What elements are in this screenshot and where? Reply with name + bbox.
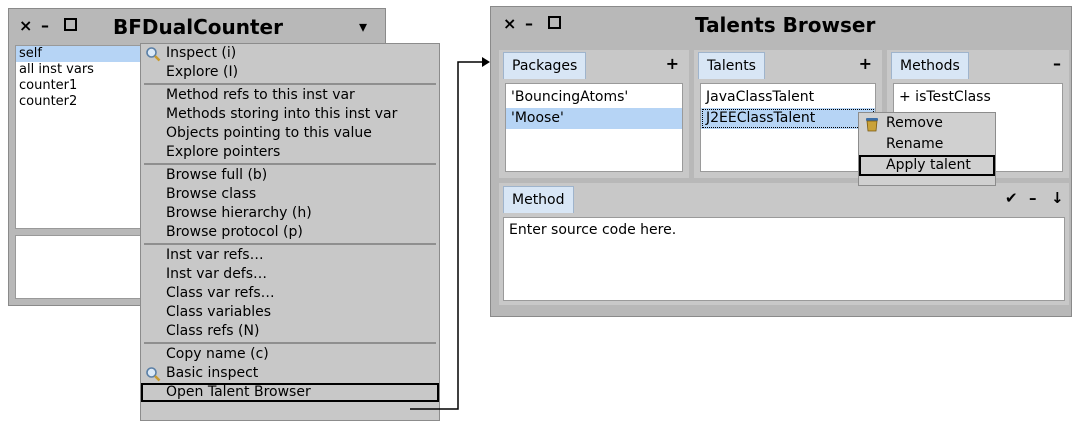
menu-item-label: Browse full (b) (166, 167, 268, 183)
menu-item[interactable]: Remove (859, 113, 995, 134)
menu-item[interactable]: Method refs to this inst var (141, 86, 439, 105)
inspector-titlebar[interactable]: × – BFDualCounter ▾ (9, 9, 385, 45)
menu-separator (144, 163, 436, 165)
inspector-title: BFDualCounter (113, 15, 283, 39)
down-arrow-icon[interactable]: ↓ (1051, 189, 1064, 207)
minimize-button[interactable]: – (41, 17, 49, 35)
menu-item-label: Explore pointers (166, 144, 281, 160)
magnifier-icon (145, 46, 161, 62)
menu-item[interactable]: Inst var refs… (141, 246, 439, 265)
tab-method[interactable]: Method (503, 186, 574, 213)
maximize-button[interactable] (64, 17, 77, 35)
menu-item-label: Explore (I) (166, 64, 239, 80)
menu-item-label: Browse class (166, 186, 257, 202)
menu-item-label: Basic inspect (166, 365, 259, 381)
packages-panel: Packages + 'BouncingAtoms' 'Moose' (499, 50, 689, 178)
maximize-icon (64, 18, 77, 31)
menu-item[interactable]: Copy name (c) (141, 345, 439, 364)
add-talent-button[interactable]: + (859, 54, 872, 74)
menu-item[interactable]: Rename (859, 134, 995, 155)
menu-item-label: Browse hierarchy (h) (166, 205, 312, 221)
menu-item-label: Class var refs… (166, 285, 275, 301)
packages-list[interactable]: 'BouncingAtoms' 'Moose' (505, 83, 683, 172)
list-item[interactable]: + isTestClass (894, 87, 1062, 108)
menu-separator (144, 342, 436, 344)
menu-separator (144, 83, 436, 85)
menu-item[interactable]: Inspect (i) (141, 44, 439, 63)
menu-item[interactable]: Explore pointers (141, 143, 439, 162)
talent-context-menu: Remove Rename Apply talent (858, 112, 996, 186)
menu-item[interactable]: Browse protocol (p) (141, 223, 439, 242)
tab-talents[interactable]: Talents (698, 52, 765, 79)
menu-item[interactable]: Objects pointing to this value (141, 124, 439, 143)
maximize-icon (548, 16, 561, 29)
close-button[interactable]: × (19, 17, 32, 35)
remove-button[interactable]: – (1029, 189, 1037, 207)
browser-titlebar[interactable]: × – Talents Browser (491, 7, 1071, 43)
menu-item[interactable]: Explore (I) (141, 63, 439, 82)
minimize-button[interactable]: – (525, 15, 533, 33)
talents-panel: Talents + JavaClassTalent J2EEClassTalent (694, 50, 882, 178)
menu-item-label: Remove (886, 115, 943, 131)
tab-methods[interactable]: Methods (891, 52, 969, 79)
menu-item[interactable]: Class variables (141, 303, 439, 322)
browser-title: Talents Browser (695, 13, 876, 37)
remove-method-button[interactable]: – (1053, 54, 1061, 74)
menu-separator (144, 243, 436, 245)
menu-item[interactable]: Browse hierarchy (h) (141, 204, 439, 223)
list-item[interactable]: 'BouncingAtoms' (506, 87, 682, 108)
menu-item-label: Class variables (166, 304, 272, 320)
menu-item-label: Inst var defs… (166, 266, 268, 282)
menu-item-label: Apply talent (886, 157, 971, 173)
menu-item[interactable]: Apply talent (859, 155, 995, 176)
close-button[interactable]: × (503, 15, 516, 33)
list-item[interactable]: 'Moose' (506, 108, 682, 129)
menu-item[interactable]: Browse full (b) (141, 166, 439, 185)
menu-item-label: Inst var refs… (166, 247, 264, 263)
menu-item-label: Objects pointing to this value (166, 125, 372, 141)
trash-icon (865, 116, 879, 132)
magnifier-icon (145, 366, 161, 382)
accept-icon[interactable]: ✔ (1005, 189, 1018, 207)
menu-item-label: Browse protocol (p) (166, 224, 303, 240)
menu-item-label: Inspect (i) (166, 45, 237, 61)
source-code-editor[interactable]: Enter source code here. (503, 217, 1065, 301)
list-item[interactable]: JavaClassTalent (701, 87, 875, 108)
menu-item[interactable]: Class var refs… (141, 284, 439, 303)
menu-item-label: Methods storing into this inst var (166, 106, 398, 122)
list-item[interactable]: J2EEClassTalent (701, 108, 875, 129)
menu-item-label: Method refs to this inst var (166, 87, 355, 103)
maximize-button[interactable] (548, 15, 561, 33)
menu-item[interactable]: Methods storing into this inst var (141, 105, 439, 124)
menu-item[interactable]: Class refs (N) (141, 322, 439, 341)
menu-item-label: Copy name (c) (166, 346, 269, 362)
menu-item-label: Rename (886, 136, 944, 152)
tab-packages[interactable]: Packages (503, 52, 587, 79)
menu-item[interactable]: Inst var defs… (141, 265, 439, 284)
menu-item-label: Open Talent Browser (166, 384, 311, 400)
window-menu-icon[interactable]: ▾ (359, 18, 367, 36)
talents-list[interactable]: JavaClassTalent J2EEClassTalent (700, 83, 876, 172)
menu-item-label: Class refs (N) (166, 323, 260, 339)
inspector-context-menu: Inspect (i) Explore (I) Method refs to thi… (140, 43, 440, 421)
menu-item[interactable]: Open Talent Browser (141, 383, 439, 402)
menu-item[interactable]: Browse class (141, 185, 439, 204)
method-panel: Method ✔ – ↓ Enter source code here. (499, 183, 1069, 305)
add-package-button[interactable]: + (666, 54, 679, 74)
menu-item[interactable]: Basic inspect (141, 364, 439, 383)
